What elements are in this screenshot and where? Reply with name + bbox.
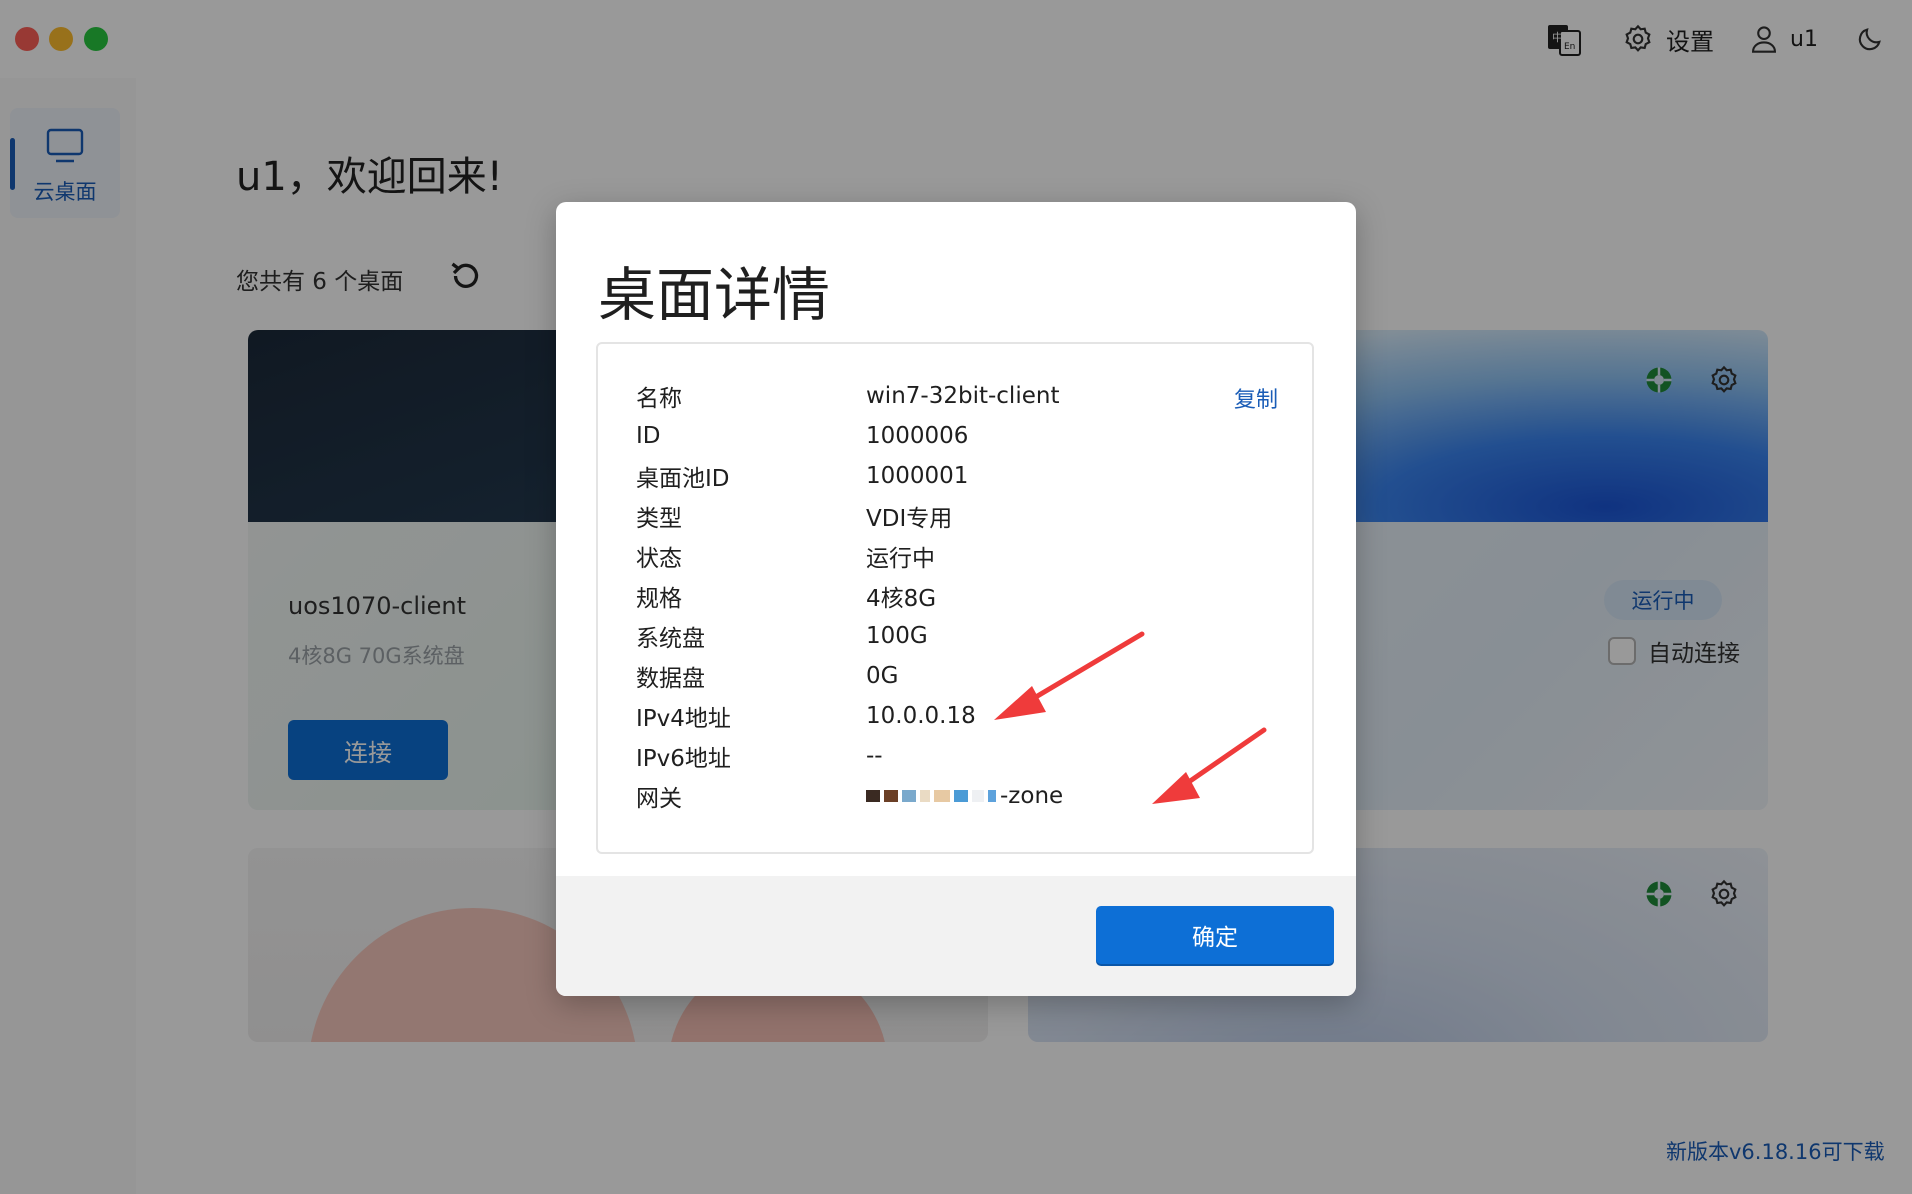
detail-value: 0G: [866, 663, 899, 689]
detail-value: 1000001: [866, 463, 969, 489]
detail-value: 100G: [866, 623, 928, 649]
detail-value: --: [866, 743, 883, 769]
detail-label: ID: [636, 423, 661, 449]
detail-row-spec: 规格 4核8G: [636, 578, 936, 614]
detail-panel: 复制 名称 win7-32bit-client ID 1000006 桌面池ID…: [596, 342, 1314, 854]
detail-label: 规格: [636, 586, 682, 612]
detail-value: VDI专用: [866, 506, 953, 532]
detail-value: win7-32bit-client: [866, 383, 1060, 409]
detail-row-status: 状态 运行中: [636, 538, 935, 574]
detail-row-ipv4: IPv4地址 10.0.0.18: [636, 698, 976, 734]
dialog-title: 桌面详情: [598, 261, 831, 329]
detail-value: 10.0.0.18: [866, 703, 976, 729]
detail-value: 4核8G: [866, 586, 937, 612]
detail-value: 运行中: [866, 546, 935, 572]
detail-row-id: ID 1000006: [636, 418, 968, 454]
desktop-detail-dialog: 桌面详情 复制 名称 win7-32bit-client ID 1000006 …: [556, 202, 1356, 996]
detail-label: IPv6地址: [636, 746, 731, 772]
copy-button[interactable]: 复制: [1234, 382, 1278, 414]
dialog-footer: 确定: [556, 876, 1356, 996]
detail-label: IPv4地址: [636, 706, 731, 732]
detail-value: 1000006: [866, 423, 969, 449]
detail-row-data-disk: 数据盘 0G: [636, 658, 898, 694]
detail-label: 系统盘: [636, 626, 705, 652]
redacted-mosaic: [866, 790, 996, 802]
confirm-button[interactable]: 确定: [1096, 906, 1334, 964]
detail-row-name: 名称 win7-32bit-client: [636, 378, 1059, 414]
detail-value: -zone: [1000, 783, 1064, 809]
detail-row-type: 类型 VDI专用: [636, 498, 952, 534]
detail-label: 类型: [636, 506, 682, 532]
detail-label: 桌面池ID: [636, 466, 730, 492]
detail-label: 名称: [636, 386, 682, 412]
detail-row-pool-id: 桌面池ID 1000001: [636, 458, 968, 494]
detail-label: 网关: [636, 786, 682, 812]
detail-row-system-disk: 系统盘 100G: [636, 618, 928, 654]
detail-label: 状态: [636, 546, 682, 572]
detail-label: 数据盘: [636, 666, 705, 692]
detail-row-ipv6: IPv6地址 --: [636, 738, 883, 774]
detail-row-gateway: 网关 -zone: [636, 778, 1063, 814]
